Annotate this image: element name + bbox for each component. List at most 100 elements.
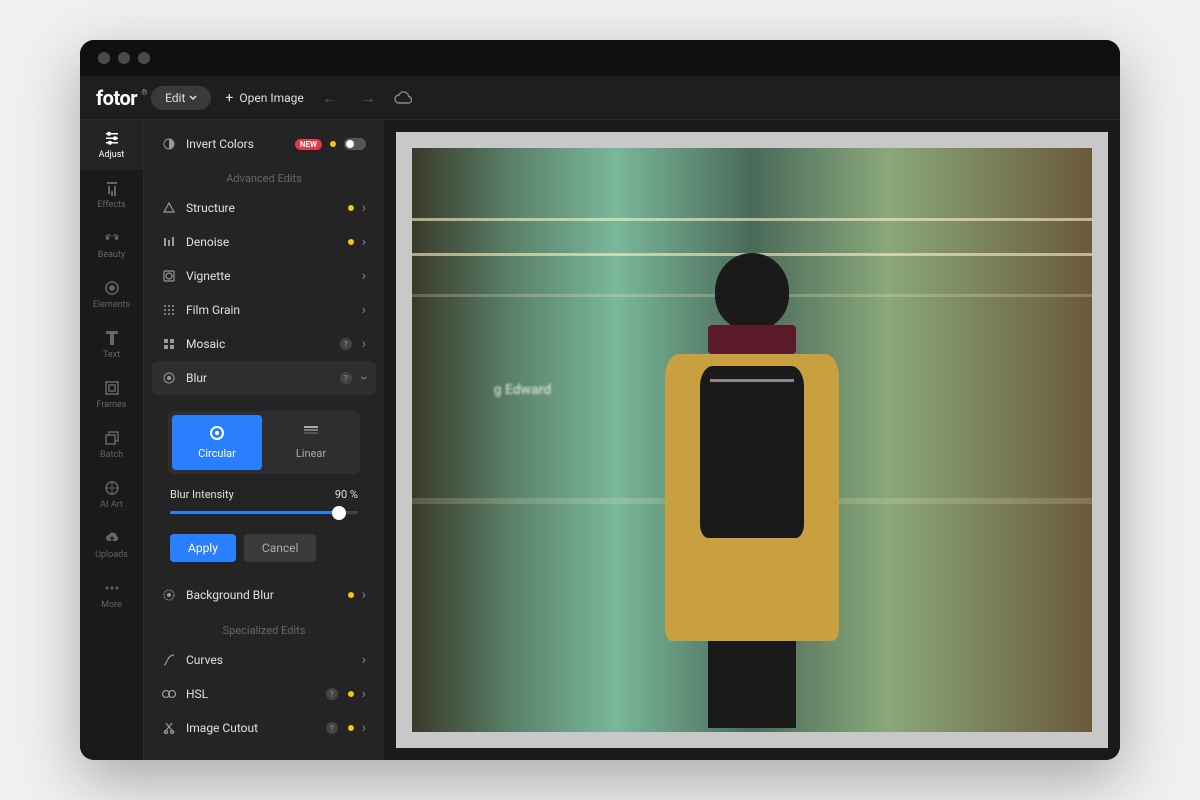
sidebar-item-label: Uploads (95, 550, 128, 560)
tab-label: Circular (198, 447, 236, 460)
sidebar-item-label: More (101, 600, 122, 610)
row-film-grain[interactable]: Film Grain › (152, 293, 376, 327)
blur-intensity-control: Blur Intensity 90 % (156, 482, 372, 520)
sidebar-item-batch[interactable]: Batch (80, 420, 143, 470)
top-toolbar: fotor Edit + Open Image ← → (80, 76, 1120, 120)
sidebar-item-adjust[interactable]: Adjust (80, 120, 143, 170)
row-label: Background Blur (186, 588, 338, 602)
row-blur[interactable]: Blur ? › (152, 361, 376, 395)
ai-art-icon (104, 480, 120, 496)
slider-thumb[interactable] (332, 506, 346, 520)
section-specialized: Specialized Edits (152, 612, 376, 643)
section-advanced: Advanced Edits (152, 160, 376, 191)
sidebar-item-effects[interactable]: Effects (80, 170, 143, 220)
premium-indicator-icon (348, 239, 354, 245)
edit-label: Edit (165, 91, 185, 105)
sidebar-item-label: Beauty (98, 250, 125, 260)
row-mosaic[interactable]: Mosaic ? › (152, 327, 376, 361)
premium-indicator-icon (330, 141, 336, 147)
plus-icon: + (225, 90, 233, 106)
edit-dropdown[interactable]: Edit (151, 86, 211, 110)
row-label: Vignette (186, 269, 352, 283)
text-icon (104, 330, 120, 346)
elements-icon (104, 280, 120, 296)
invert-colors-toggle[interactable] (344, 138, 366, 150)
sidebar-item-text[interactable]: Text (80, 320, 143, 370)
chevron-down-icon (189, 95, 197, 101)
left-sidebar: Adjust Effects Beauty Elements Text Fram… (80, 120, 144, 760)
row-curves[interactable]: Curves › (152, 643, 376, 677)
sidebar-item-elements[interactable]: Elements (80, 270, 143, 320)
frames-icon (104, 380, 120, 396)
blur-intensity-slider[interactable] (170, 511, 358, 514)
undo-button[interactable]: ← (318, 88, 342, 108)
premium-indicator-icon (348, 725, 354, 731)
sidebar-item-label: Effects (97, 200, 125, 210)
cancel-button[interactable]: Cancel (244, 534, 317, 562)
chevron-right-icon: › (362, 686, 366, 702)
premium-indicator-icon (348, 205, 354, 211)
row-hsl[interactable]: HSL ? › (152, 677, 376, 711)
row-label: Film Grain (186, 303, 352, 317)
subject-figure (643, 253, 861, 732)
blur-tab-linear[interactable]: Linear (266, 415, 356, 470)
uploads-icon (104, 530, 120, 546)
row-background-blur[interactable]: Background Blur › (152, 578, 376, 612)
chevron-right-icon: › (362, 652, 366, 668)
blur-mode-tabs: Circular Linear (168, 411, 360, 474)
premium-indicator-icon (348, 592, 354, 598)
chevron-right-icon: › (362, 302, 366, 318)
row-denoise[interactable]: Denoise › (152, 225, 376, 259)
row-label: Invert Colors (186, 137, 285, 151)
slider-value: 90 % (335, 488, 358, 501)
sidebar-item-frames[interactable]: Frames (80, 370, 143, 420)
batch-icon (104, 430, 120, 446)
chevron-down-icon: › (356, 376, 372, 380)
sidebar-item-uploads[interactable]: Uploads (80, 520, 143, 570)
sidebar-item-label: Frames (97, 400, 127, 410)
premium-indicator-icon (348, 691, 354, 697)
cloud-sync-icon[interactable] (394, 91, 412, 105)
blur-actions: Apply Cancel (156, 520, 372, 570)
hsl-icon (162, 687, 176, 701)
row-label: Image Cutout (186, 721, 312, 735)
chevron-right-icon: › (362, 268, 366, 284)
edited-image[interactable]: g Edward (412, 148, 1092, 732)
row-invert-colors[interactable]: Invert Colors NEW (152, 128, 376, 160)
effects-icon (104, 180, 120, 196)
row-label: Mosaic (186, 337, 326, 351)
structure-icon (162, 201, 176, 215)
tab-label: Linear (296, 447, 326, 460)
sidebar-item-label: Elements (93, 300, 130, 310)
open-image-button[interactable]: + Open Image (225, 90, 303, 106)
sidebar-item-more[interactable]: More (80, 570, 143, 620)
row-vignette[interactable]: Vignette › (152, 259, 376, 293)
sidebar-item-label: Batch (100, 450, 123, 460)
help-icon[interactable]: ? (340, 338, 352, 350)
blur-tab-circular[interactable]: Circular (172, 415, 262, 470)
window-minimize-dot[interactable] (118, 52, 130, 64)
apply-button[interactable]: Apply (170, 534, 236, 562)
app-window: fotor Edit + Open Image ← → Adjust Effec… (80, 40, 1120, 760)
vignette-icon (162, 269, 176, 283)
help-icon[interactable]: ? (326, 688, 338, 700)
sidebar-item-label: Adjust (99, 150, 125, 160)
window-maximize-dot[interactable] (138, 52, 150, 64)
canvas-area: g Edward (384, 120, 1120, 760)
curves-icon (162, 653, 176, 667)
sidebar-item-beauty[interactable]: Beauty (80, 220, 143, 270)
film-grain-icon (162, 303, 176, 317)
linear-icon (303, 425, 319, 441)
redo-button[interactable]: → (356, 88, 380, 108)
row-label: Denoise (186, 235, 338, 249)
slider-fill (170, 511, 339, 514)
sidebar-item-ai-art[interactable]: AI Art (80, 470, 143, 520)
blur-controls: Circular Linear Blur Intensity 90 % (152, 395, 376, 578)
row-image-cutout[interactable]: Image Cutout ? › (152, 711, 376, 745)
help-icon[interactable]: ? (340, 372, 352, 384)
chevron-right-icon: › (362, 720, 366, 736)
row-structure[interactable]: Structure › (152, 191, 376, 225)
canvas-frame: g Edward (396, 132, 1108, 748)
window-close-dot[interactable] (98, 52, 110, 64)
help-icon[interactable]: ? (326, 722, 338, 734)
